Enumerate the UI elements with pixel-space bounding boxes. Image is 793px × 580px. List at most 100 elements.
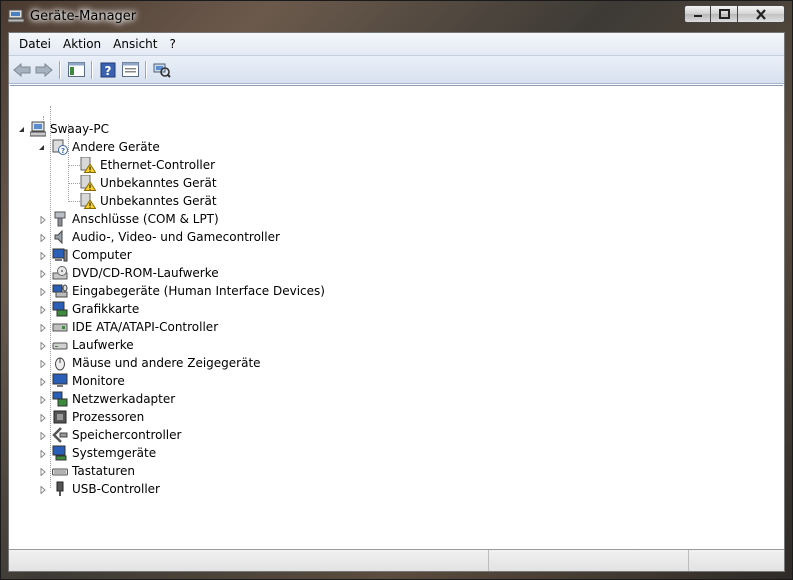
tree-category-laufwerke[interactable]: Laufwerke bbox=[40, 336, 134, 354]
category-label: Audio-, Video- und Gamecontroller bbox=[72, 230, 280, 244]
expand-arrow-icon[interactable] bbox=[38, 467, 47, 476]
computer-root-icon bbox=[29, 121, 47, 137]
speaker-icon bbox=[52, 229, 68, 245]
tree-category-usb[interactable]: USB-Controller bbox=[40, 480, 160, 498]
menu-help[interactable]: ? bbox=[163, 35, 181, 53]
expand-arrow-icon[interactable] bbox=[38, 251, 47, 260]
hid-icon bbox=[52, 283, 68, 299]
client-area: Datei Aktion Ansicht ? ? Swaay-PC ? Ande… bbox=[8, 32, 785, 572]
mouse-icon bbox=[52, 355, 68, 371]
collapse-arrow-icon[interactable] bbox=[37, 143, 46, 152]
computer-icon bbox=[52, 247, 68, 263]
expand-arrow-icon[interactable] bbox=[38, 431, 47, 440]
category-label: Grafikkarte bbox=[72, 302, 140, 316]
tree-category-maeuse[interactable]: Mäuse und andere Zeigegeräte bbox=[40, 354, 261, 372]
minimize-button[interactable] bbox=[684, 5, 711, 23]
expand-arrow-icon[interactable] bbox=[38, 323, 47, 332]
category-label: Prozessoren bbox=[72, 410, 145, 424]
tree-category-speicher[interactable]: Speichercontroller bbox=[40, 426, 181, 444]
tree-category-tastaturen[interactable]: Tastaturen bbox=[40, 462, 135, 480]
category-label: Eingabegeräte (Human Interface Devices) bbox=[72, 284, 325, 298]
expand-arrow-icon[interactable] bbox=[38, 215, 47, 224]
category-label: Computer bbox=[72, 248, 132, 262]
storage-controller-icon bbox=[52, 427, 68, 443]
device-label: Unbekanntes Gerät bbox=[100, 176, 217, 190]
port-icon bbox=[52, 211, 68, 227]
device-unbekanntes-geraet[interactable]: Unbekanntes Gerät bbox=[80, 174, 217, 192]
category-label: USB-Controller bbox=[72, 482, 160, 496]
close-button[interactable] bbox=[738, 5, 785, 23]
expand-arrow-icon[interactable] bbox=[38, 233, 47, 242]
expand-arrow-icon[interactable] bbox=[38, 449, 47, 458]
device-label: Unbekanntes Gerät bbox=[100, 194, 217, 208]
category-label: Netzwerkadapter bbox=[72, 392, 176, 406]
device-unbekanntes-geraet[interactable]: Unbekanntes Gerät bbox=[80, 192, 217, 210]
warning-device-icon bbox=[80, 156, 97, 173]
dvd-drive-icon bbox=[52, 265, 68, 281]
tree-connector bbox=[68, 165, 80, 166]
forward-button[interactable] bbox=[33, 59, 55, 81]
tree-category-audio-video[interactable]: Audio-, Video- und Gamecontroller bbox=[40, 228, 280, 246]
status-bar bbox=[9, 549, 784, 571]
tree-category-hid[interactable]: Eingabegeräte (Human Interface Devices) bbox=[40, 282, 325, 300]
expand-arrow-icon[interactable] bbox=[38, 377, 47, 386]
keyboard-icon bbox=[52, 463, 68, 479]
tree-category-prozessoren[interactable]: Prozessoren bbox=[40, 408, 144, 426]
display-adapter-icon bbox=[52, 301, 68, 317]
back-button[interactable] bbox=[11, 59, 33, 81]
tree-connector bbox=[68, 183, 80, 184]
expand-arrow-icon[interactable] bbox=[38, 359, 47, 368]
tree-root-label: Swaay-PC bbox=[50, 122, 109, 136]
tree-category-dvd[interactable]: DVD/CD-ROM-Laufwerke bbox=[40, 264, 219, 282]
scan-hardware-changes-button[interactable] bbox=[151, 59, 173, 81]
scan-hardware-icon bbox=[153, 63, 171, 78]
tree-category-ports[interactable]: Anschlüsse (COM & LPT) bbox=[40, 210, 219, 228]
expand-arrow-icon[interactable] bbox=[38, 395, 47, 404]
collapse-arrow-icon[interactable] bbox=[17, 125, 26, 134]
expand-arrow-icon[interactable] bbox=[38, 287, 47, 296]
maximize-icon bbox=[718, 9, 730, 19]
menu-aktion[interactable]: Aktion bbox=[57, 35, 107, 53]
svg-text:?: ? bbox=[105, 64, 112, 78]
tree-category-ide[interactable]: IDE ATA/ATAPI-Controller bbox=[40, 318, 218, 336]
tree-category-monitore[interactable]: Monitore bbox=[40, 372, 125, 390]
system-device-icon bbox=[52, 445, 68, 461]
expand-arrow-icon[interactable] bbox=[38, 485, 47, 494]
toolbar: ? bbox=[9, 56, 784, 84]
properties-button[interactable] bbox=[119, 59, 141, 81]
tree-category-computer[interactable]: Computer bbox=[40, 246, 132, 264]
warning-device-icon bbox=[80, 174, 97, 191]
title-bar[interactable]: Geräte-Manager bbox=[0, 0, 793, 32]
tree-category-netzwerk[interactable]: Netzwerkadapter bbox=[40, 390, 175, 408]
category-label: Mäuse und andere Zeigegeräte bbox=[72, 356, 261, 370]
unknown-device-icon: ? bbox=[52, 139, 68, 155]
device-label: Ethernet-Controller bbox=[100, 158, 216, 172]
device-ethernet-controller[interactable]: Ethernet-Controller bbox=[80, 156, 215, 174]
expand-arrow-icon[interactable] bbox=[38, 269, 47, 278]
maximize-button[interactable] bbox=[711, 5, 738, 23]
device-manager-icon bbox=[7, 9, 25, 23]
menu-ansicht[interactable]: Ansicht bbox=[107, 35, 163, 53]
tree-category-andere-geraete[interactable]: ? Andere Geräte bbox=[37, 138, 160, 156]
help-icon: ? bbox=[100, 62, 116, 78]
tree-root-node[interactable]: Swaay-PC bbox=[17, 120, 109, 138]
device-tree[interactable]: Swaay-PC ? Andere Geräte Ethernet-Contro… bbox=[10, 85, 783, 550]
expand-arrow-icon[interactable] bbox=[38, 305, 47, 314]
toolbar-separator bbox=[145, 60, 147, 79]
tree-category-systemgeraete[interactable]: Systemgeräte bbox=[40, 444, 156, 462]
status-pane bbox=[489, 550, 689, 571]
tree-category-grafikkarte[interactable]: Grafikkarte bbox=[40, 300, 139, 318]
expand-arrow-icon[interactable] bbox=[38, 413, 47, 422]
show-hide-console-tree-button[interactable] bbox=[65, 59, 87, 81]
category-label: Tastaturen bbox=[72, 464, 135, 478]
minimize-icon bbox=[693, 15, 702, 17]
toolbar-separator bbox=[59, 60, 61, 79]
category-label: DVD/CD-ROM-Laufwerke bbox=[72, 266, 219, 280]
category-label: Systemgeräte bbox=[72, 446, 157, 460]
status-pane bbox=[689, 550, 784, 571]
menu-datei[interactable]: Datei bbox=[13, 35, 57, 53]
help-button[interactable]: ? bbox=[97, 59, 119, 81]
ide-controller-icon bbox=[52, 319, 68, 335]
monitor-icon bbox=[52, 373, 68, 389]
expand-arrow-icon[interactable] bbox=[38, 341, 47, 350]
